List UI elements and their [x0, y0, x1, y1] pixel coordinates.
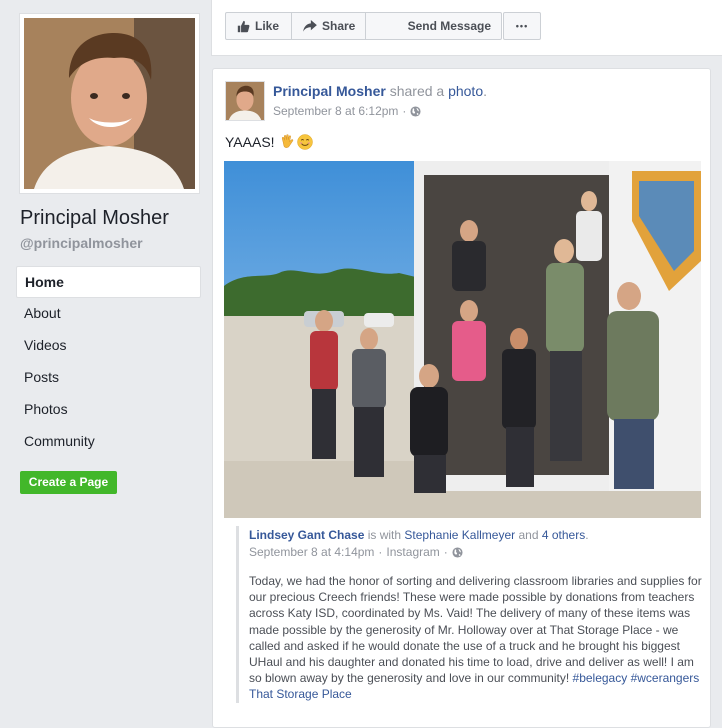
like-label: Like	[255, 19, 280, 33]
nav-item-home[interactable]: Home	[16, 266, 201, 298]
shared-post-body: Today, we had the honor of sorting and d…	[249, 573, 704, 703]
post-action-text: shared a	[389, 83, 445, 99]
post-author-avatar[interactable]	[225, 81, 265, 121]
send-message-button[interactable]: Send Message	[365, 12, 502, 40]
post-text-content: YAAAS!	[225, 133, 275, 150]
tagged-place-link[interactable]: That Storage Place	[249, 687, 352, 701]
nav-item-community[interactable]: Community	[16, 426, 201, 458]
page-name[interactable]: Principal Mosher	[20, 207, 169, 230]
shared-post: Lindsey Gant Chase is with Stephanie Kal…	[236, 526, 702, 703]
shared-with-link[interactable]: Stephanie Kallmeyer	[404, 528, 515, 542]
shared-body-text: Today, we had the honor of sorting and d…	[249, 574, 702, 686]
thumbs-up-icon	[237, 20, 250, 32]
globe-icon[interactable]	[410, 105, 421, 117]
shared-post-meta: September 8 at 4:14pm · Instagram ·	[249, 545, 696, 559]
post-photo[interactable]	[224, 161, 701, 518]
nav-item-photos[interactable]: Photos	[16, 394, 201, 426]
post-header: Principal Mosher shared a photo.	[273, 83, 487, 99]
share-arrow-icon	[303, 20, 317, 32]
hashtag-wcerangers[interactable]: #wcerangers	[631, 671, 700, 685]
shared-source[interactable]: Instagram	[386, 545, 439, 559]
more-options-button[interactable]: •••	[503, 12, 541, 40]
nav-item-videos[interactable]: Videos	[16, 330, 201, 362]
smiling-face-icon	[296, 133, 313, 150]
shared-meta-separator: ·	[378, 545, 383, 559]
share-button[interactable]: Share	[291, 12, 366, 40]
post-timestamp[interactable]: September 8 at 6:12pm	[273, 104, 398, 118]
shared-meta-separator-2: ·	[443, 545, 448, 559]
more-dots-icon: •••	[515, 21, 529, 31]
shared-timestamp[interactable]: September 8 at 4:14pm	[249, 545, 374, 559]
profile-picture[interactable]	[19, 13, 200, 194]
globe-icon[interactable]	[452, 546, 463, 558]
post-meta: September 8 at 6:12pm ·	[273, 104, 421, 118]
profile-photo-image	[24, 18, 195, 189]
shared-post-header: Lindsey Gant Chase is with Stephanie Kal…	[249, 528, 696, 542]
hashtag-belegacy[interactable]: #belegacy	[573, 671, 628, 685]
post-meta-separator: ·	[402, 104, 407, 118]
post-header-period: .	[483, 83, 488, 99]
share-label: Share	[322, 19, 356, 33]
page-action-bar: Like Share Send Message •••	[211, 0, 722, 56]
shared-header-period: .	[585, 528, 589, 542]
nav-item-posts[interactable]: Posts	[16, 362, 201, 394]
shared-and-text: and	[518, 528, 539, 542]
shared-others-link[interactable]: 4 others	[542, 528, 585, 542]
post-card: Principal Mosher shared a photo. Septemb…	[212, 68, 711, 728]
nav-item-about[interactable]: About	[16, 298, 201, 330]
post-text: YAAAS!	[225, 133, 313, 150]
waving-hand-icon	[281, 134, 293, 148]
page-nav: Home About Videos Posts Photos Community	[16, 266, 201, 458]
left-column: Principal Mosher @principalmosher Home A…	[0, 0, 210, 718]
shared-author-link[interactable]: Lindsey Gant Chase	[249, 528, 364, 542]
post-author-link[interactable]: Principal Mosher	[273, 83, 386, 99]
shared-is-with-text: is with	[367, 528, 402, 542]
like-button[interactable]: Like	[225, 12, 292, 40]
send-message-label: Send Message	[407, 19, 491, 33]
create-page-button[interactable]: Create a Page	[20, 471, 117, 494]
action-buttons: Like Share Send Message •••	[225, 12, 541, 40]
post-photo-link[interactable]: photo	[448, 83, 483, 99]
page-handle[interactable]: @principalmosher	[20, 235, 143, 251]
